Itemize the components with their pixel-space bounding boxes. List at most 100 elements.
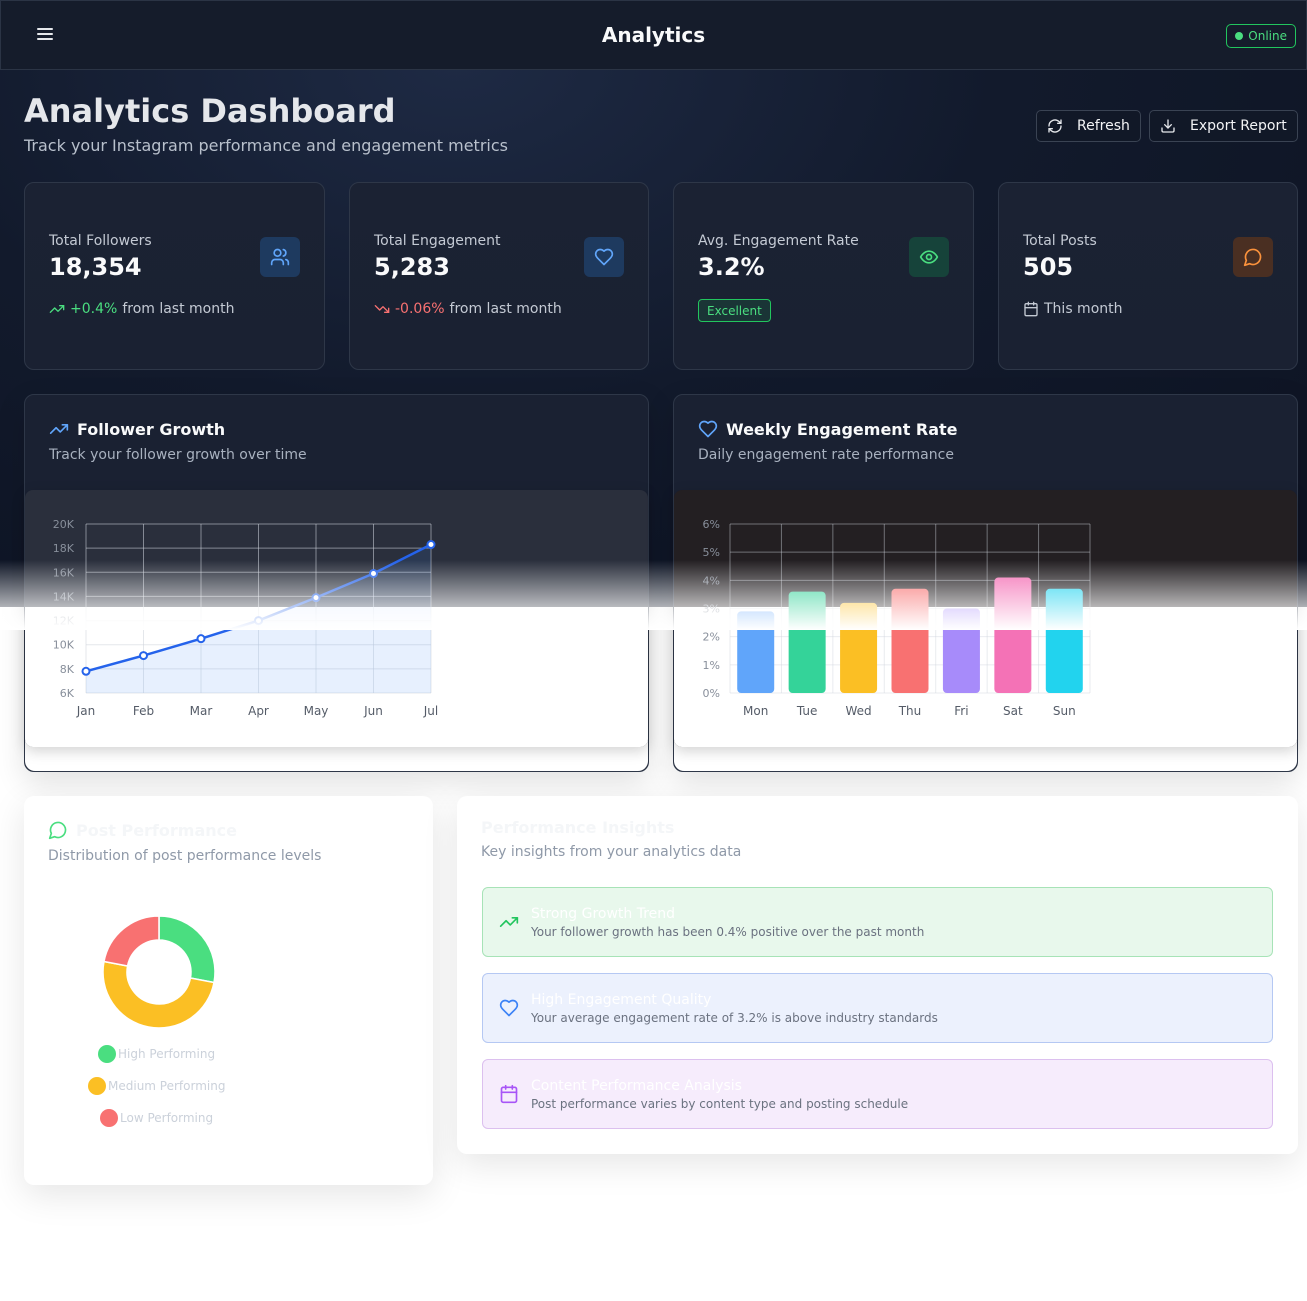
x-tick-label: Fri (954, 704, 968, 718)
card-description: Track your follower growth over time (49, 447, 307, 463)
post-performance-card: Post Performance Distribution of post pe… (24, 796, 433, 1185)
bar (891, 588, 929, 693)
insight-title: Strong Growth Trend (531, 906, 676, 922)
x-tick-label: May (304, 704, 329, 718)
export-report-button[interactable]: Export Report (1149, 110, 1298, 142)
donut-slice (103, 915, 160, 967)
card-title-text: Weekly Engagement Rate (726, 419, 958, 439)
data-point (311, 593, 321, 603)
stat-label: Total Engagement (374, 233, 501, 249)
y-tick-label: 18K (53, 542, 75, 555)
bar-chart: 0% 1% 2% 3% 4% 5% 6% Mon Tue Wed Thu Fri Sat Sun (703, 518, 1091, 718)
line-chart-area: 6K 8K 10K 12K 14K 16K 18K 20K Jan Feb Mar Apr May Jun… (25, 490, 648, 747)
page-title: Analytics Dashboard (24, 92, 396, 130)
data-point (81, 666, 91, 676)
data-point (369, 568, 378, 578)
legend-item-high: High Performing (98, 1045, 215, 1063)
performance-insights-card: Performance Insights Key insights from y… (457, 796, 1298, 1154)
insight-engagement: High Engagement Quality Your average eng… (482, 973, 1273, 1043)
x-tick-label: Jun (363, 704, 383, 718)
y-tick-label: 5% (703, 546, 720, 559)
users-icon (260, 237, 300, 277)
stat-period: This month (1023, 301, 1123, 317)
y-tick-label: 6% (703, 518, 720, 531)
excellent-badge: Excellent (698, 299, 771, 322)
calendar-icon (1024, 301, 1038, 317)
x-tick-label: Wed (845, 704, 871, 718)
bar (994, 577, 1032, 693)
y-tick-label: 12K (53, 615, 75, 628)
card-title: Performance Insights (481, 818, 675, 837)
legend-dot-icon (98, 1045, 116, 1063)
stat-card-engagement-rate: Avg. Engagement Rate 3.2% Excellent (673, 182, 974, 370)
download-icon (1161, 119, 1175, 133)
card-description: Key insights from your analytics data (481, 844, 742, 860)
export-label: Export Report (1190, 118, 1287, 134)
bar (942, 608, 980, 693)
trending-up-icon (49, 424, 69, 434)
bar (1045, 588, 1083, 693)
stat-value: 3.2% (698, 253, 765, 281)
bar (840, 602, 878, 693)
donut-slice (158, 915, 216, 984)
eye-icon (909, 237, 949, 277)
refresh-label: Refresh (1077, 118, 1130, 134)
x-tick-label: Thu (898, 704, 922, 718)
main-content: Analytics Dashboard Track your Instagram… (0, 0, 1307, 1301)
refresh-button[interactable]: Refresh (1036, 110, 1141, 142)
change-value: -0.06% (395, 301, 445, 317)
heart-icon (584, 237, 624, 277)
app-title: Analytics (601, 23, 706, 47)
data-point (254, 616, 263, 626)
refresh-icon (1048, 119, 1062, 133)
stat-value: 505 (1023, 253, 1074, 281)
y-tick-label: 8K (60, 663, 75, 676)
card-description: Distribution of post performance levels (48, 848, 322, 864)
stat-card-engagement: Total Engagement 5,283 -0.06% from last … (349, 182, 649, 370)
card-title-text: Post Performance (76, 820, 237, 840)
status-badge: Online (1226, 24, 1296, 48)
message-icon (48, 821, 67, 840)
card-title-text: Follower Growth (77, 419, 226, 439)
data-point (426, 540, 436, 550)
x-tick-label: Jan (76, 704, 96, 718)
follower-growth-card: Follower Growth Track your follower grow… (24, 394, 649, 772)
insight-text: Your average engagement rate of 3.2% is … (531, 1011, 938, 1025)
heart-icon (698, 420, 718, 438)
trending-up-icon (499, 917, 519, 927)
bar (737, 611, 775, 693)
card-title: Weekly Engagement Rate (698, 419, 958, 439)
x-tick-label: Sat (1003, 704, 1023, 718)
insight-text: Your follower growth has been 0.4% posit… (531, 925, 925, 939)
weekly-engagement-card: Weekly Engagement Rate Daily engagement … (673, 394, 1298, 772)
card-title: Post Performance (48, 820, 237, 840)
calendar-icon (500, 1084, 518, 1104)
change-value: +0.4% (70, 301, 118, 317)
stat-change: -0.06% from last month (374, 301, 562, 317)
heart-icon (499, 999, 519, 1017)
card-title: Follower Growth (49, 419, 225, 439)
stat-label: Total Posts (1023, 233, 1097, 249)
y-tick-label: 4% (703, 574, 720, 587)
status-text: Online (1248, 29, 1287, 43)
y-tick-label: 16K (53, 566, 75, 579)
insight-text: Post performance varies by content type … (531, 1097, 909, 1111)
y-tick-label: 1% (703, 659, 720, 672)
legend-label: Medium Performing (108, 1079, 226, 1093)
bar-chart-area: 0% 1% 2% 3% 4% 5% 6% Mon Tue Wed Thu Fri Sat Sun (674, 490, 1297, 747)
x-tick-label: Jul (423, 704, 438, 718)
x-tick-label: Feb (133, 704, 154, 718)
page-subtitle: Track your Instagram performance and eng… (24, 136, 508, 155)
trending-up-icon (49, 305, 65, 313)
legend-label: High Performing (118, 1047, 216, 1061)
stat-value: 18,354 (49, 253, 142, 281)
x-tick-label: Mar (190, 704, 213, 718)
top-bar: Analytics Online (0, 0, 1307, 70)
stat-label: Avg. Engagement Rate (698, 233, 859, 249)
period-text: This month (1044, 301, 1123, 317)
data-point (196, 634, 206, 644)
y-tick-label: 0% (703, 687, 720, 700)
legend-dot-icon (88, 1077, 106, 1095)
x-tick-label: Sun (1053, 704, 1076, 718)
card-description: Daily engagement rate performance (698, 447, 954, 463)
